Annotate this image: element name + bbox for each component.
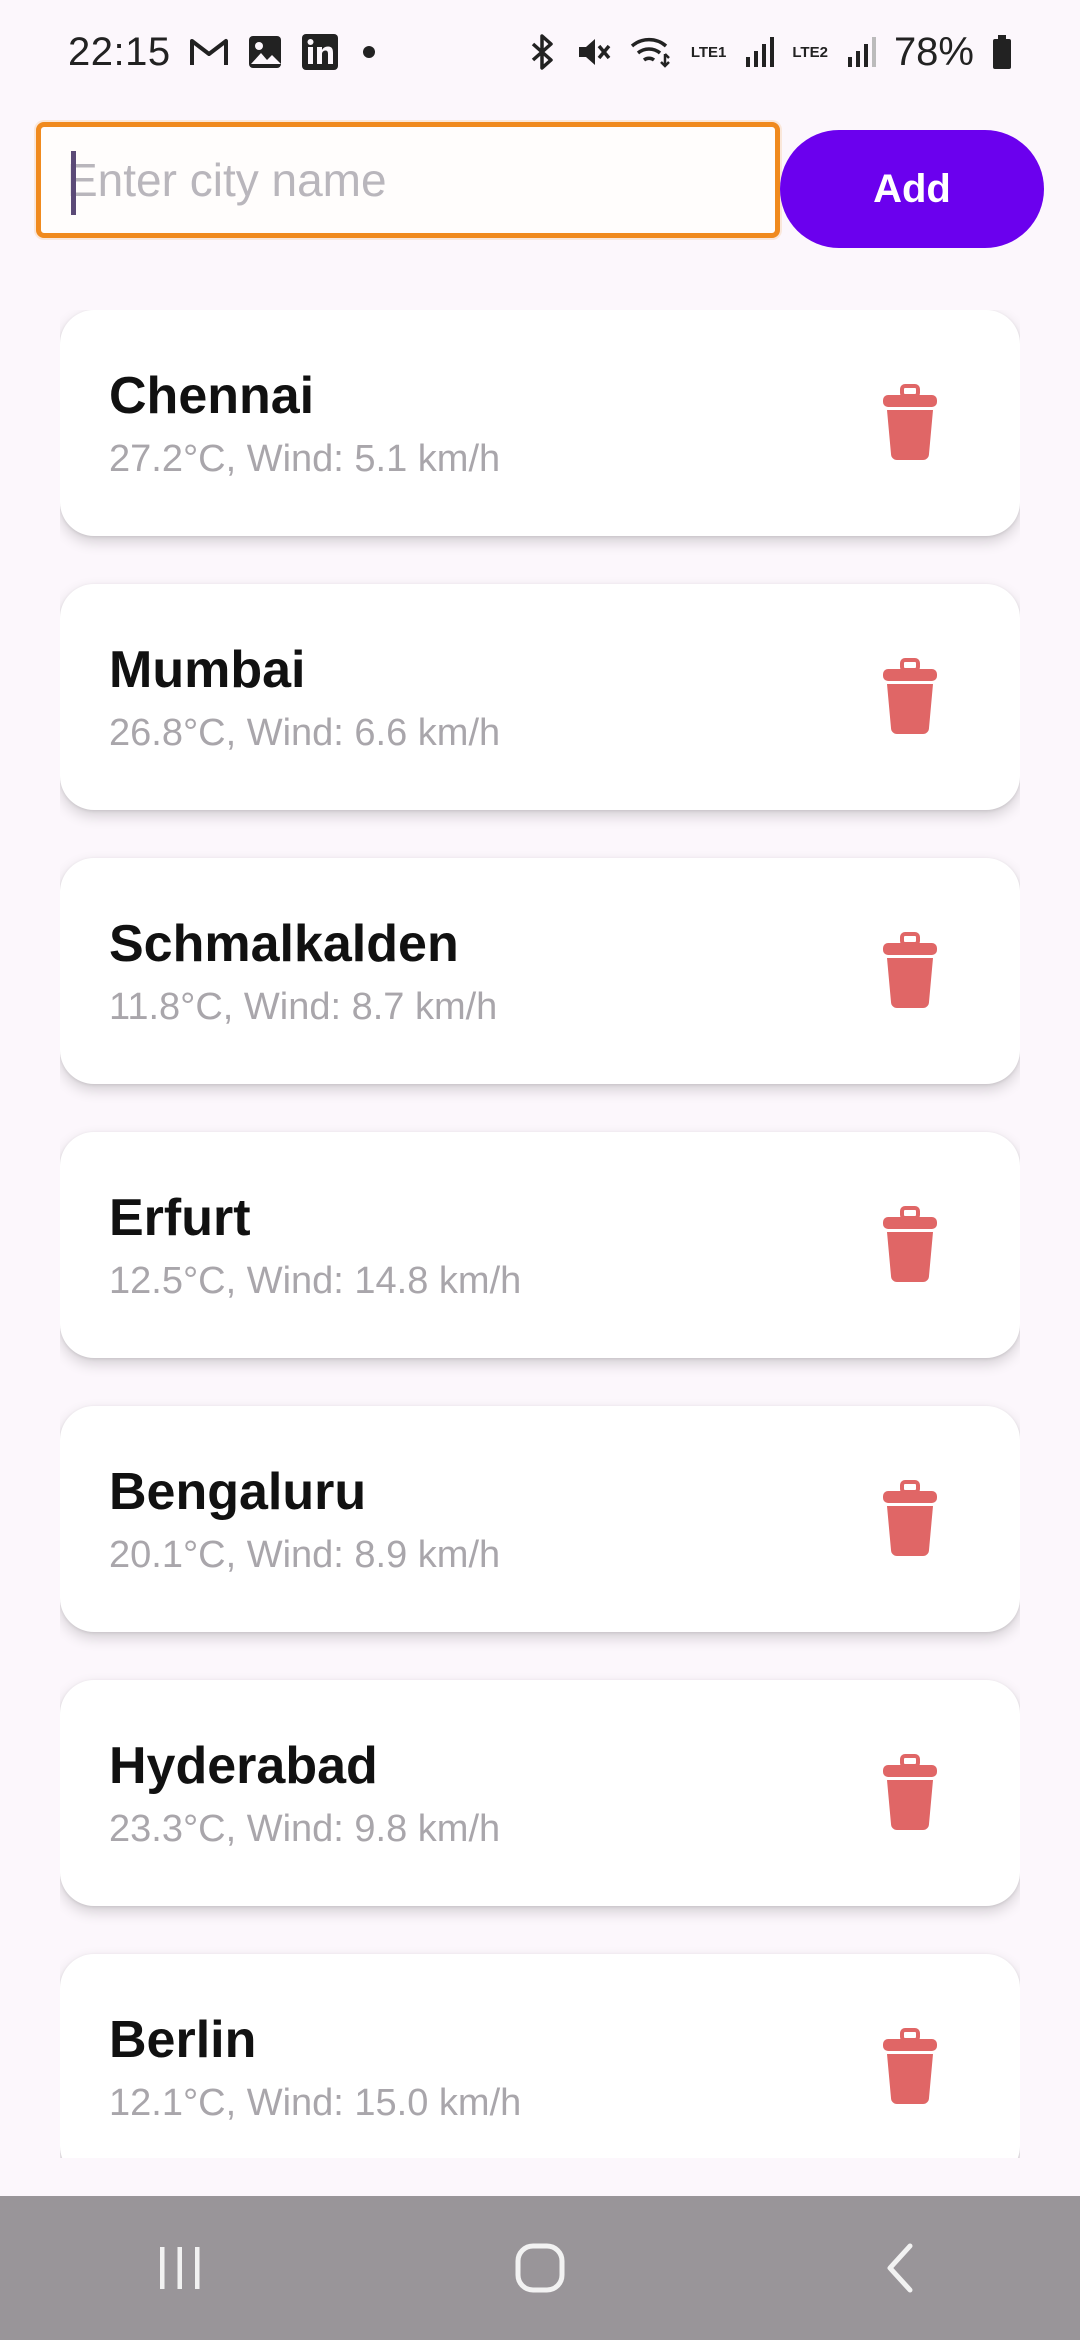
back-button[interactable] [820, 2218, 980, 2318]
city-name: Schmalkalden [109, 915, 459, 973]
city-name: Hyderabad [109, 1737, 378, 1795]
add-city-row: Add [36, 118, 1044, 248]
trash-icon [883, 658, 937, 734]
mute-icon [575, 34, 611, 70]
city-name-input[interactable] [65, 139, 749, 221]
city-card[interactable]: Chennai 27.2°C, Wind: 5.1 km/h [60, 310, 1020, 536]
city-name: Chennai [109, 367, 315, 425]
status-bar: 22:15 LTE1 LTE2 78% [0, 0, 1080, 104]
city-name: Mumbai [109, 641, 306, 699]
city-name: Erfurt [109, 1189, 251, 1247]
city-weather: 11.8°C, Wind: 8.7 km/h [109, 986, 498, 1028]
delete-button[interactable] [870, 2024, 950, 2110]
trash-icon [883, 1754, 937, 1830]
trash-icon [883, 1206, 937, 1282]
delete-button[interactable] [870, 654, 950, 740]
city-weather: 12.5°C, Wind: 14.8 km/h [109, 1260, 522, 1302]
bluetooth-icon [527, 34, 557, 70]
add-button[interactable]: Add [780, 130, 1044, 248]
city-weather: 20.1°C, Wind: 8.9 km/h [109, 1534, 501, 1576]
dot-icon [357, 40, 381, 64]
gallery-icon [247, 34, 283, 70]
navigation-bar [0, 2196, 1080, 2340]
city-weather: 12.1°C, Wind: 15.0 km/h [109, 2082, 522, 2124]
net1-label: LTE1 [690, 43, 727, 61]
city-card[interactable]: Mumbai 26.8°C, Wind: 6.6 km/h [60, 584, 1020, 810]
delete-button[interactable] [870, 380, 950, 466]
city-card[interactable]: Hyderabad 23.3°C, Wind: 9.8 km/h [60, 1680, 1020, 1906]
city-card[interactable]: Erfurt 12.5°C, Wind: 14.8 km/h [60, 1132, 1020, 1358]
recent-apps-button[interactable] [100, 2218, 260, 2318]
back-icon [887, 2243, 913, 2293]
delete-button[interactable] [870, 1750, 950, 1836]
status-left: 22:15 [68, 30, 381, 75]
battery-icon [992, 34, 1012, 70]
delete-button[interactable] [870, 1202, 950, 1288]
volte1-icon: LTE1 [691, 45, 727, 60]
battery-percentage: 78% [893, 29, 974, 74]
trash-icon [883, 932, 937, 1008]
trash-icon [883, 1480, 937, 1556]
net2-label: LTE2 [792, 43, 828, 61]
status-right: LTE1 LTE2 78% [527, 30, 1012, 75]
recent-apps-icon [160, 2247, 200, 2289]
city-list[interactable]: Chennai 27.2°C, Wind: 5.1 km/h Mumbai 26… [60, 310, 1020, 2158]
wifi-icon [629, 34, 673, 70]
city-weather: 23.3°C, Wind: 9.8 km/h [109, 1808, 501, 1850]
city-card[interactable]: Berlin 12.1°C, Wind: 15.0 km/h [60, 1954, 1020, 2158]
gmail-icon [189, 36, 229, 68]
text-cursor [71, 151, 76, 215]
city-card[interactable]: Bengaluru 20.1°C, Wind: 8.9 km/h [60, 1406, 1020, 1632]
status-time: 22:15 [68, 29, 171, 74]
city-name: Bengaluru [109, 1463, 367, 1521]
volte2-icon: LTE2 [792, 45, 828, 60]
home-icon [515, 2243, 565, 2293]
signal1-icon [744, 35, 775, 69]
city-card[interactable]: Schmalkalden 11.8°C, Wind: 8.7 km/h [60, 858, 1020, 1084]
linkedin-icon [301, 33, 339, 71]
signal2-icon [846, 35, 876, 69]
home-button[interactable] [460, 2218, 620, 2318]
trash-icon [883, 2028, 937, 2104]
trash-icon [883, 384, 937, 460]
delete-button[interactable] [870, 928, 950, 1014]
city-name: Berlin [109, 2011, 257, 2069]
delete-button[interactable] [870, 1476, 950, 1562]
city-input-container[interactable] [36, 122, 780, 238]
city-weather: 27.2°C, Wind: 5.1 km/h [109, 438, 501, 480]
city-weather: 26.8°C, Wind: 6.6 km/h [109, 712, 501, 754]
